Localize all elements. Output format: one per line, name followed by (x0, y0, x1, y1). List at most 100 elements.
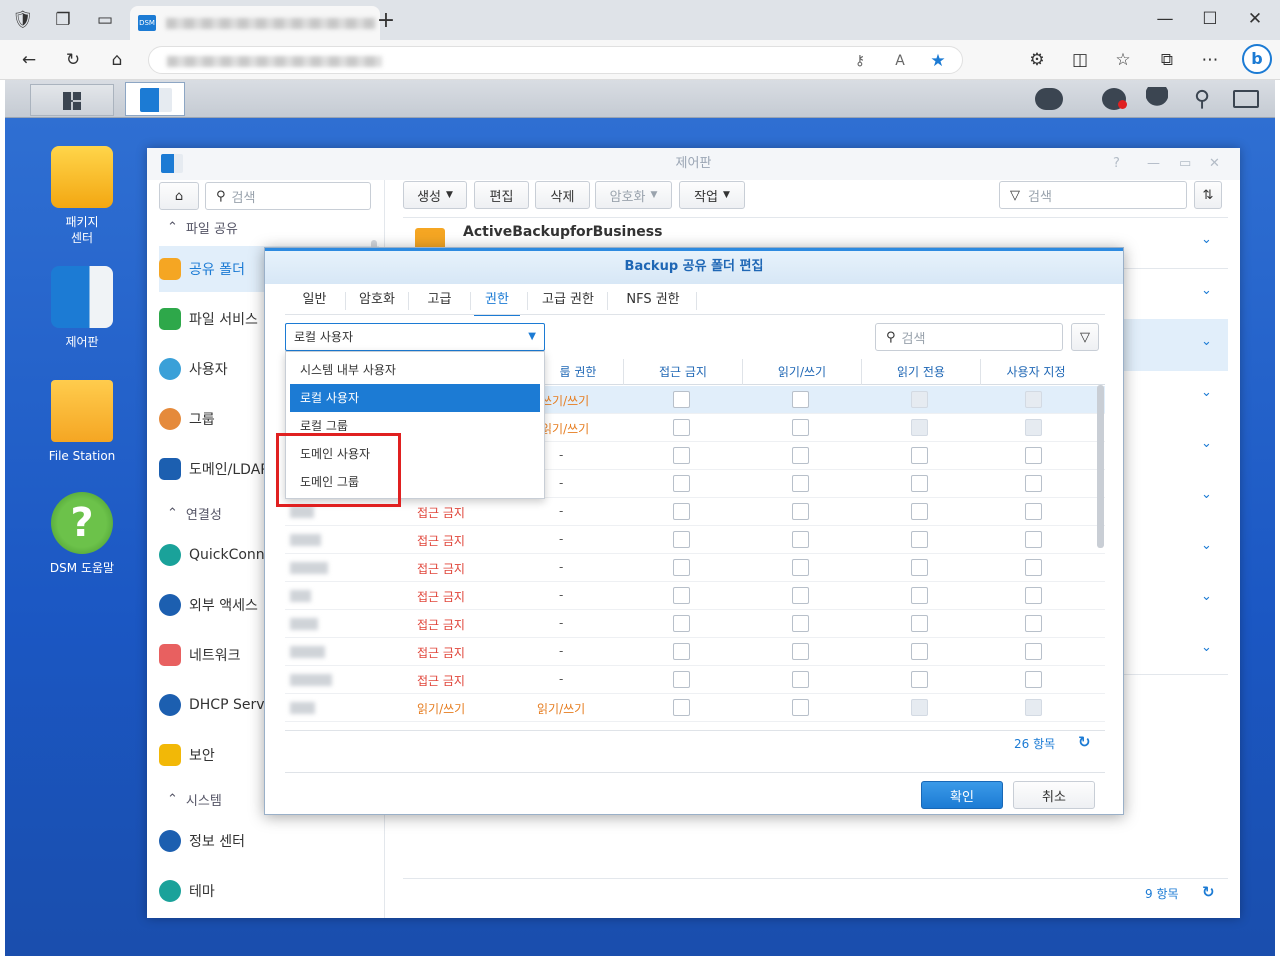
browser-tab-active[interactable]: DSM (130, 6, 380, 40)
custom-checkbox[interactable] (1025, 643, 1042, 660)
read-only-checkbox[interactable] (911, 615, 928, 632)
file-station-shortcut[interactable]: File Station (32, 380, 132, 464)
custom-checkbox[interactable] (1025, 559, 1042, 576)
close-window-icon[interactable]: ✕ (1242, 6, 1268, 32)
chevron-down-icon[interactable]: ⌄ (1201, 385, 1212, 400)
col-group-permission[interactable]: 룹 권한 (533, 359, 623, 385)
custom-checkbox[interactable] (1025, 699, 1042, 716)
custom-checkbox[interactable] (1025, 391, 1042, 408)
window-maximize-icon[interactable]: ▭ (1179, 148, 1191, 180)
no-access-checkbox[interactable] (673, 559, 690, 576)
read-aloud-icon[interactable]: A (887, 48, 913, 74)
chevron-down-icon[interactable]: ⌄ (1201, 640, 1212, 655)
ok-button[interactable]: 확인 (921, 781, 1003, 809)
tab-advanced-permissions[interactable]: 고급 권한 (531, 284, 605, 316)
read-write-checkbox[interactable] (792, 699, 809, 716)
chevron-down-icon[interactable]: ⌄ (1201, 436, 1212, 451)
tab-encryption[interactable]: 암호화 (349, 284, 405, 316)
copilot-icon[interactable]: b (1242, 44, 1272, 74)
folder-name[interactable]: ActiveBackupforBusiness (463, 224, 662, 240)
action-button[interactable]: 작업 ▼ (679, 181, 745, 209)
more-icon[interactable]: ⋯ (1197, 47, 1223, 73)
folder-filter-input[interactable]: ▽ 검색 (999, 181, 1187, 209)
chevron-down-icon[interactable]: ⌄ (1201, 232, 1212, 247)
sidebar-item-info-center[interactable]: 정보 센터 (159, 818, 379, 864)
dsm-help-shortcut[interactable]: ? DSM 도움말 (32, 492, 132, 576)
tab-general[interactable]: 일반 (287, 284, 342, 316)
tab-actions-icon[interactable]: ▭ (92, 7, 118, 33)
col-no-access[interactable]: 접근 금지 (623, 359, 742, 385)
no-access-checkbox[interactable] (673, 671, 690, 688)
favorites-icon[interactable]: ☆ (1110, 47, 1136, 73)
table-row[interactable]: 접근 금지 - (285, 498, 1105, 526)
no-access-checkbox[interactable] (673, 391, 690, 408)
back-icon[interactable]: ← (16, 47, 42, 73)
read-only-checkbox[interactable] (911, 559, 928, 576)
extensions-icon[interactable]: ⚙ (1024, 47, 1050, 73)
custom-checkbox[interactable] (1025, 475, 1042, 492)
control-panel-shortcut[interactable]: 제어판 (32, 266, 132, 350)
control-panel-task-button[interactable] (125, 82, 185, 116)
tab-nfs-permissions[interactable]: NFS 권한 (611, 284, 695, 316)
widgets-icon[interactable] (1233, 90, 1259, 108)
read-write-checkbox[interactable] (792, 587, 809, 604)
read-write-checkbox[interactable] (792, 615, 809, 632)
custom-checkbox[interactable] (1025, 531, 1042, 548)
split-screen-icon[interactable]: ◫ (1067, 47, 1093, 73)
table-row[interactable]: 읽기/쓰기 읽기/쓰기 (285, 694, 1105, 722)
col-read-write[interactable]: 읽기/쓰기 (742, 359, 861, 385)
key-icon[interactable]: ⚷ (847, 48, 873, 74)
home-button[interactable]: ⌂ (159, 182, 199, 210)
section-connectivity[interactable]: ⌃ 연결성 (167, 504, 222, 523)
encrypt-button[interactable]: 암호화 ▼ (595, 181, 672, 209)
help-question-icon[interactable]: ? (1113, 148, 1120, 180)
table-row[interactable]: 접근 금지 - (285, 582, 1105, 610)
read-write-checkbox[interactable] (792, 391, 809, 408)
custom-checkbox[interactable] (1025, 419, 1042, 436)
no-access-checkbox[interactable] (673, 531, 690, 548)
no-access-checkbox[interactable] (673, 503, 690, 520)
no-access-checkbox[interactable] (673, 587, 690, 604)
home-icon[interactable]: ⌂ (104, 47, 130, 73)
chevron-down-icon[interactable]: ⌄ (1201, 334, 1212, 349)
read-write-checkbox[interactable] (792, 419, 809, 436)
col-read-only[interactable]: 읽기 전용 (861, 359, 980, 385)
maximize-icon[interactable]: ☐ (1197, 6, 1223, 32)
custom-checkbox[interactable] (1025, 587, 1042, 604)
chevron-down-icon[interactable]: ⌄ (1201, 487, 1212, 502)
col-custom[interactable]: 사용자 지정 (980, 359, 1091, 385)
no-access-checkbox[interactable] (673, 615, 690, 632)
no-access-checkbox[interactable] (673, 699, 690, 716)
browser-profile-icon[interactable]: 🛡 (10, 7, 36, 33)
edit-button[interactable]: 편집 (474, 181, 529, 209)
delete-button[interactable]: 삭제 (535, 181, 590, 209)
read-write-checkbox[interactable] (792, 671, 809, 688)
grid-scrollbar[interactable] (1097, 385, 1104, 548)
sidebar-search-input[interactable]: ⚲ 검색 (205, 182, 371, 210)
read-write-checkbox[interactable] (792, 503, 809, 520)
chevron-down-icon[interactable]: ⌄ (1201, 589, 1212, 604)
new-tab-button[interactable]: + (373, 7, 399, 33)
custom-checkbox[interactable] (1025, 615, 1042, 632)
minimize-icon[interactable]: — (1152, 6, 1178, 32)
section-system[interactable]: ⌃ 시스템 (167, 790, 222, 809)
no-access-checkbox[interactable] (673, 643, 690, 660)
read-only-checkbox[interactable] (911, 671, 928, 688)
read-write-checkbox[interactable] (792, 531, 809, 548)
no-access-checkbox[interactable] (673, 447, 690, 464)
read-only-checkbox[interactable] (911, 475, 928, 492)
cancel-button[interactable]: 취소 (1013, 781, 1095, 809)
filter-button[interactable]: ▽ (1071, 323, 1099, 351)
chevron-down-icon[interactable]: ⌄ (1201, 538, 1212, 553)
read-write-checkbox[interactable] (792, 475, 809, 492)
option-local-user[interactable]: 로컬 사용자 (290, 384, 540, 412)
permissions-search-input[interactable]: ⚲ 검색 (875, 323, 1063, 351)
read-write-checkbox[interactable] (792, 643, 809, 660)
sort-button[interactable]: ⇅ (1194, 181, 1222, 209)
custom-checkbox[interactable] (1025, 671, 1042, 688)
chevron-down-icon[interactable]: ⌄ (1201, 283, 1212, 298)
read-only-checkbox[interactable] (911, 643, 928, 660)
read-only-checkbox[interactable] (911, 531, 928, 548)
user-type-select[interactable]: 로컬 사용자 ▼ (285, 323, 545, 351)
option-system-internal-user[interactable]: 시스템 내부 사용자 (290, 356, 540, 384)
